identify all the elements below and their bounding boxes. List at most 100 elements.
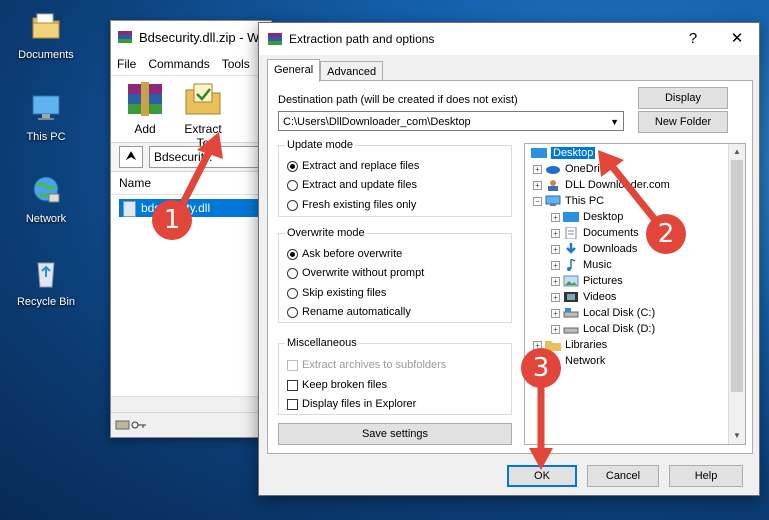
winrar-titlebar[interactable]: Bdsecurity.dll.zip - W	[111, 21, 271, 53]
update-mode-group: Update mode Extract and replace files Ex…	[278, 139, 512, 217]
winrar-window: Bdsecurity.dll.zip - W File Commands Too…	[110, 20, 272, 438]
display-button[interactable]: Display	[638, 87, 728, 109]
desktop-icon-recycle-bin[interactable]: Recycle Bin	[8, 257, 84, 308]
file-row[interactable]: bdsecurity.dll	[119, 199, 271, 217]
tree-node-downloads[interactable]: + Downloads	[551, 241, 637, 257]
radio-extract-replace[interactable]: Extract and replace files	[287, 158, 419, 174]
miscellaneous-title: Miscellaneous	[285, 337, 359, 349]
radio-rename-automatically[interactable]: Rename automatically	[287, 304, 411, 320]
dialog-tabs: General Advanced	[267, 59, 384, 82]
tree-node-desktop[interactable]: Desktop	[531, 145, 596, 161]
checkbox-display-in-explorer[interactable]: Display files in Explorer	[287, 396, 416, 412]
drive-key-icon	[115, 420, 146, 430]
expand-icon[interactable]: +	[551, 244, 560, 254]
expand-icon[interactable]: +	[551, 308, 560, 318]
help-button[interactable]: Help	[669, 465, 743, 487]
download-arrow-icon	[566, 243, 576, 254]
desktop-icon-documents[interactable]: Documents	[8, 10, 84, 61]
menu-commands[interactable]: Commands	[148, 57, 209, 71]
miscellaneous-group: Miscellaneous Extract archives to subfol…	[278, 337, 512, 415]
music-note-icon	[567, 259, 576, 271]
help-title-button[interactable]: ?	[671, 23, 715, 55]
menu-tools[interactable]: Tools	[222, 57, 250, 71]
hard-drive-icon	[563, 308, 579, 318]
radio-checked-icon	[287, 160, 298, 172]
expand-icon[interactable]: +	[551, 324, 560, 334]
chevron-down-icon[interactable]: ▼	[610, 112, 619, 132]
collapse-icon[interactable]: −	[533, 196, 542, 206]
radio-skip-existing[interactable]: Skip existing files	[287, 285, 386, 301]
close-button[interactable]: ✕	[715, 23, 759, 55]
expand-icon[interactable]: +	[551, 212, 560, 222]
checkbox-keep-broken[interactable]: Keep broken files	[287, 377, 387, 393]
tree-node-this-pc[interactable]: − This PC	[533, 193, 604, 209]
tree-label: Documents	[583, 227, 639, 239]
tree-label: Local Disk (D:)	[583, 323, 656, 335]
tree-vertical-scrollbar[interactable]: ▲ ▼	[728, 144, 745, 444]
new-folder-button[interactable]: New Folder	[638, 111, 728, 133]
expand-icon[interactable]: +	[551, 292, 560, 302]
option-label: Display files in Explorer	[302, 398, 417, 410]
tab-advanced[interactable]: Advanced	[320, 61, 384, 82]
menu-file[interactable]: File	[117, 57, 136, 71]
column-header-name[interactable]: Name	[111, 172, 271, 195]
radio-extract-update[interactable]: Extract and update files	[287, 177, 417, 193]
desktop-icon-label: This PC	[26, 131, 66, 143]
tree-label: Pictures	[583, 275, 623, 287]
tree-node-dll-downloader[interactable]: + DLL Downloader.com	[533, 177, 670, 193]
cancel-button[interactable]: Cancel	[587, 465, 659, 487]
winrar-menubar: File Commands Tools	[111, 53, 271, 76]
tree-node-pc-desktop[interactable]: + Desktop	[551, 209, 623, 225]
scroll-down-icon[interactable]: ▼	[729, 428, 745, 444]
tree-label: Desktop	[583, 211, 624, 223]
archive-path-field[interactable]: Bdsecurity.	[149, 146, 271, 168]
tree-node-onedrive[interactable]: + OneDri	[533, 161, 600, 177]
winrar-toolbar: Add Extract To	[111, 76, 271, 150]
tree-label: OneDri	[565, 163, 600, 175]
tree-label: Network	[565, 355, 606, 367]
tree-node-music[interactable]: + Music	[551, 257, 612, 273]
tree-node-disk-c[interactable]: + Local Disk (C:)	[551, 305, 655, 321]
option-label: Extract archives to subfolders	[302, 359, 447, 371]
tree-node-pictures[interactable]: + Pictures	[551, 273, 623, 289]
scroll-up-icon[interactable]: ▲	[729, 144, 745, 160]
destination-path-combobox[interactable]: C:\Users\DllDownloader_com\Desktop ▼	[278, 111, 624, 131]
folder-tree[interactable]: Desktop + OneDri + DLL Downloader.com − …	[524, 143, 746, 445]
tree-node-documents[interactable]: + Documents	[551, 225, 639, 241]
expand-icon[interactable]: +	[551, 276, 560, 286]
expand-icon[interactable]: +	[551, 260, 560, 270]
dialog-titlebar[interactable]: Extraction path and options ? ✕	[259, 23, 759, 55]
scroll-thumb[interactable]	[731, 160, 743, 392]
pictures-icon	[563, 275, 579, 287]
desktop-folder-icon	[563, 212, 579, 222]
cloud-icon	[546, 166, 560, 174]
tree-label: Downloads	[583, 243, 638, 255]
add-button[interactable]: Add	[119, 78, 171, 140]
checkbox-extract-subfolders[interactable]: Extract archives to subfolders	[287, 357, 446, 373]
horizontal-scrollbar[interactable]	[111, 396, 271, 413]
expand-icon[interactable]: +	[551, 228, 560, 238]
desktop-icon-this-pc[interactable]: This PC	[8, 92, 84, 143]
option-label: Ask before overwrite	[302, 248, 403, 260]
save-settings-button[interactable]: Save settings	[278, 423, 512, 445]
option-label: Fresh existing files only	[302, 199, 417, 211]
extract-to-button[interactable]: Extract To	[177, 78, 229, 150]
radio-overwrite-without-prompt[interactable]: Overwrite without prompt	[287, 265, 424, 281]
radio-ask-before-overwrite[interactable]: Ask before overwrite	[287, 246, 402, 262]
computer-icon	[32, 95, 60, 120]
tree-node-videos[interactable]: + Videos	[551, 289, 616, 305]
up-folder-button[interactable]: ⮝	[119, 146, 143, 168]
expand-icon[interactable]: +	[533, 164, 542, 174]
tab-general[interactable]: General	[267, 59, 321, 82]
ok-button[interactable]: OK	[507, 465, 577, 487]
expand-icon[interactable]: +	[533, 180, 542, 190]
tree-node-disk-d[interactable]: + Local Disk (D:)	[551, 321, 655, 337]
callout-badge-3: 3	[521, 348, 561, 388]
radio-fresh-existing[interactable]: Fresh existing files only	[287, 197, 416, 213]
callout-badge-1: 1	[152, 200, 192, 240]
general-panel: Destination path (will be created if doe…	[267, 80, 753, 454]
folder-icon	[32, 13, 60, 39]
option-label: Extract and update files	[302, 179, 417, 191]
destination-label: Destination path (will be created if doe…	[278, 94, 518, 106]
desktop-icon-network[interactable]: Network	[8, 174, 84, 225]
